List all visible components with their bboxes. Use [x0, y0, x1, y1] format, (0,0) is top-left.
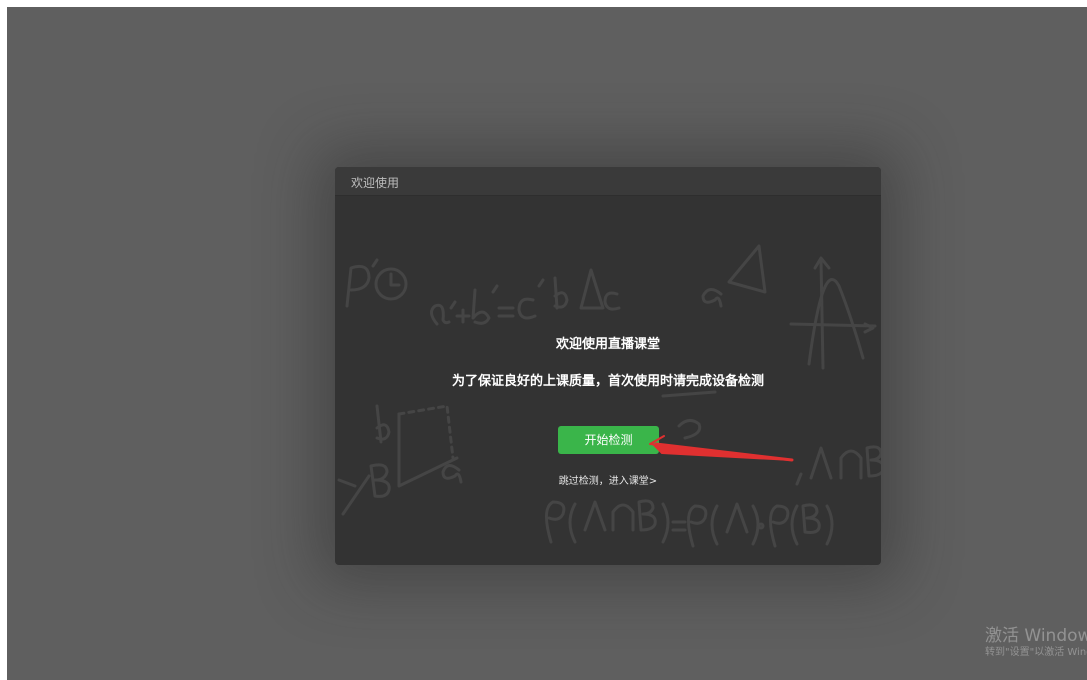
welcome-heading: 欢迎使用直播课堂 — [555, 337, 660, 352]
dialog-title: 欢迎使用 — [351, 176, 400, 190]
dialog-titlebar: 欢迎使用 — [335, 167, 881, 196]
windows-activation-watermark: 激活 Windows 转到"设置"以激活 Windows。 — [985, 626, 1087, 660]
skip-check-link[interactable]: 跳过检测，进入课堂> — [335, 472, 881, 487]
welcome-subtitle: 为了保证良好的上课质量，首次使用时请完成设备检测 — [451, 374, 764, 389]
watermark-subtitle: 转到"设置"以激活 Windows。 — [985, 647, 1087, 658]
watermark-title: 激活 Windows — [985, 626, 1087, 646]
welcome-dialog: 欢迎使用 欢迎使用直播课堂 为了保证良好的上课质量，首次使用时请完成设备检测 开… — [335, 167, 881, 565]
start-check-button[interactable]: 开始检测 — [558, 426, 659, 454]
